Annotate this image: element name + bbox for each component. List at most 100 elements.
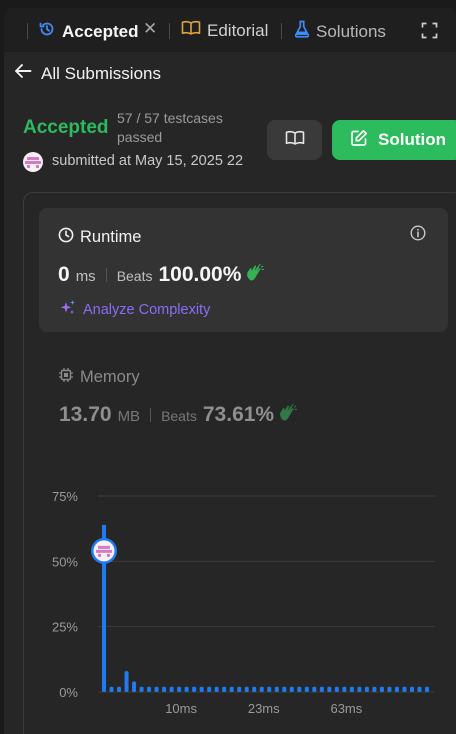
fullscreen-icon[interactable] xyxy=(421,22,438,44)
tab-separator xyxy=(27,23,28,39)
chart-bar xyxy=(417,686,422,692)
info-icon[interactable] xyxy=(410,225,426,246)
chart-bar xyxy=(274,686,279,692)
flask-icon xyxy=(294,20,310,43)
analyze-complexity-link[interactable]: Analyze Complexity xyxy=(59,299,210,321)
chart-bar xyxy=(409,686,414,692)
memory-beats-value: 73.61% xyxy=(202,403,275,426)
tab-solutions-label: Solutions xyxy=(316,21,386,41)
runtime-beats-value: 100.00% xyxy=(158,263,242,286)
chart-bar xyxy=(387,686,392,692)
memory-unit: MB xyxy=(117,408,141,425)
avatar-pixel xyxy=(98,553,101,557)
runtime-beats-label: Beats xyxy=(116,268,153,284)
tab-editorial-label: Editorial xyxy=(207,20,269,40)
runtime-unit: ms xyxy=(75,268,96,285)
x-tick-label: 10ms xyxy=(165,701,197,716)
tab-solutions[interactable]: Solutions xyxy=(294,20,386,43)
clap-icon xyxy=(278,403,298,427)
memory-beats-label: Beats xyxy=(161,408,197,424)
chart-bar xyxy=(304,686,309,692)
chart-bar xyxy=(184,686,189,692)
chart-bar xyxy=(147,686,152,692)
chart-bar xyxy=(162,686,167,692)
clap-icon xyxy=(245,263,265,287)
close-icon[interactable]: ✕ xyxy=(143,19,157,39)
memory-value: 13.70 xyxy=(59,403,112,426)
sparkle-icon xyxy=(59,299,77,321)
chart-bar xyxy=(117,686,122,692)
chart-bar xyxy=(252,686,257,692)
chart-bar xyxy=(267,686,272,692)
chart-bar xyxy=(214,686,219,692)
runtime-title: Runtime xyxy=(80,228,142,246)
tab-editorial[interactable]: Editorial xyxy=(181,20,268,41)
history-icon xyxy=(38,20,56,43)
chart-bar xyxy=(357,686,362,692)
edit-icon xyxy=(350,129,368,152)
chart-bar xyxy=(402,686,407,692)
x-tick-label: 63ms xyxy=(330,701,362,716)
x-tick-label: 23ms xyxy=(248,701,280,716)
chart-bar xyxy=(425,686,429,692)
chart-bar xyxy=(169,686,174,692)
analyze-label: Analyze Complexity xyxy=(83,302,211,318)
avatar-pixel xyxy=(98,545,110,549)
chart-bar xyxy=(229,686,234,692)
tab-separator xyxy=(281,23,282,39)
chart-bar xyxy=(312,686,317,692)
submission-status: Accepted xyxy=(23,117,109,138)
chart-bar xyxy=(289,686,294,692)
chart-bar xyxy=(349,686,354,692)
chart-bar xyxy=(379,686,384,692)
chart-bar xyxy=(364,686,369,692)
chart-bar xyxy=(394,686,399,692)
chart-bar xyxy=(132,681,137,692)
runtime-header: Runtime xyxy=(58,227,141,248)
solution-button[interactable]: Solution xyxy=(332,120,456,160)
book-icon xyxy=(181,20,201,41)
y-tick-label: 50% xyxy=(52,554,78,569)
chart-bar xyxy=(319,686,324,692)
chart-bar xyxy=(109,686,114,692)
chip-icon xyxy=(58,367,74,388)
tab-accepted[interactable]: Accepted xyxy=(38,20,139,43)
chart-bar xyxy=(244,686,249,692)
memory-header[interactable]: Memory xyxy=(58,367,140,388)
avatar xyxy=(23,152,43,172)
chart-bar xyxy=(139,686,144,692)
memory-metrics: 13.70 MB Beats 73.61% xyxy=(59,403,298,427)
tab-accepted-label: Accepted xyxy=(62,21,139,41)
chart-bar xyxy=(327,686,332,692)
memory-title: Memory xyxy=(80,368,140,386)
chart-bar xyxy=(237,686,242,692)
chart-bar xyxy=(297,686,302,692)
runtime-metrics: 0 ms Beats 100.00% xyxy=(58,263,265,287)
back-to-submissions-link[interactable]: All Submissions xyxy=(14,63,161,84)
chart-bar xyxy=(199,686,204,692)
testcases-passed: 57 / 57 testcases passed xyxy=(117,110,223,145)
chart-bar xyxy=(282,686,287,692)
arrow-left-icon xyxy=(14,63,32,84)
chart-bar xyxy=(222,686,227,692)
chart-bar xyxy=(342,686,347,692)
y-tick-label: 25% xyxy=(52,620,78,635)
solution-label: Solution xyxy=(378,130,446,149)
book-open-icon xyxy=(285,130,305,151)
submitted-at: submitted at May 15, 2025 22 xyxy=(52,153,244,169)
tab-separator xyxy=(169,23,170,39)
avatar-pixel xyxy=(107,553,110,557)
clock-icon xyxy=(58,227,74,248)
chart-bar xyxy=(154,686,159,692)
chart-bar xyxy=(124,671,129,692)
divider xyxy=(105,268,107,282)
runtime-distribution-chart[interactable]: 75% 50% 25% 0% 10ms 23ms 63ms xyxy=(40,480,440,720)
chart-bar xyxy=(177,686,182,692)
y-tick-label: 75% xyxy=(52,489,78,504)
chart-bar xyxy=(259,686,264,692)
runtime-value: 0 xyxy=(58,263,70,286)
editorial-button[interactable] xyxy=(267,120,322,160)
chart-bar xyxy=(192,686,197,692)
divider xyxy=(150,408,152,422)
chart-bar xyxy=(207,686,212,692)
